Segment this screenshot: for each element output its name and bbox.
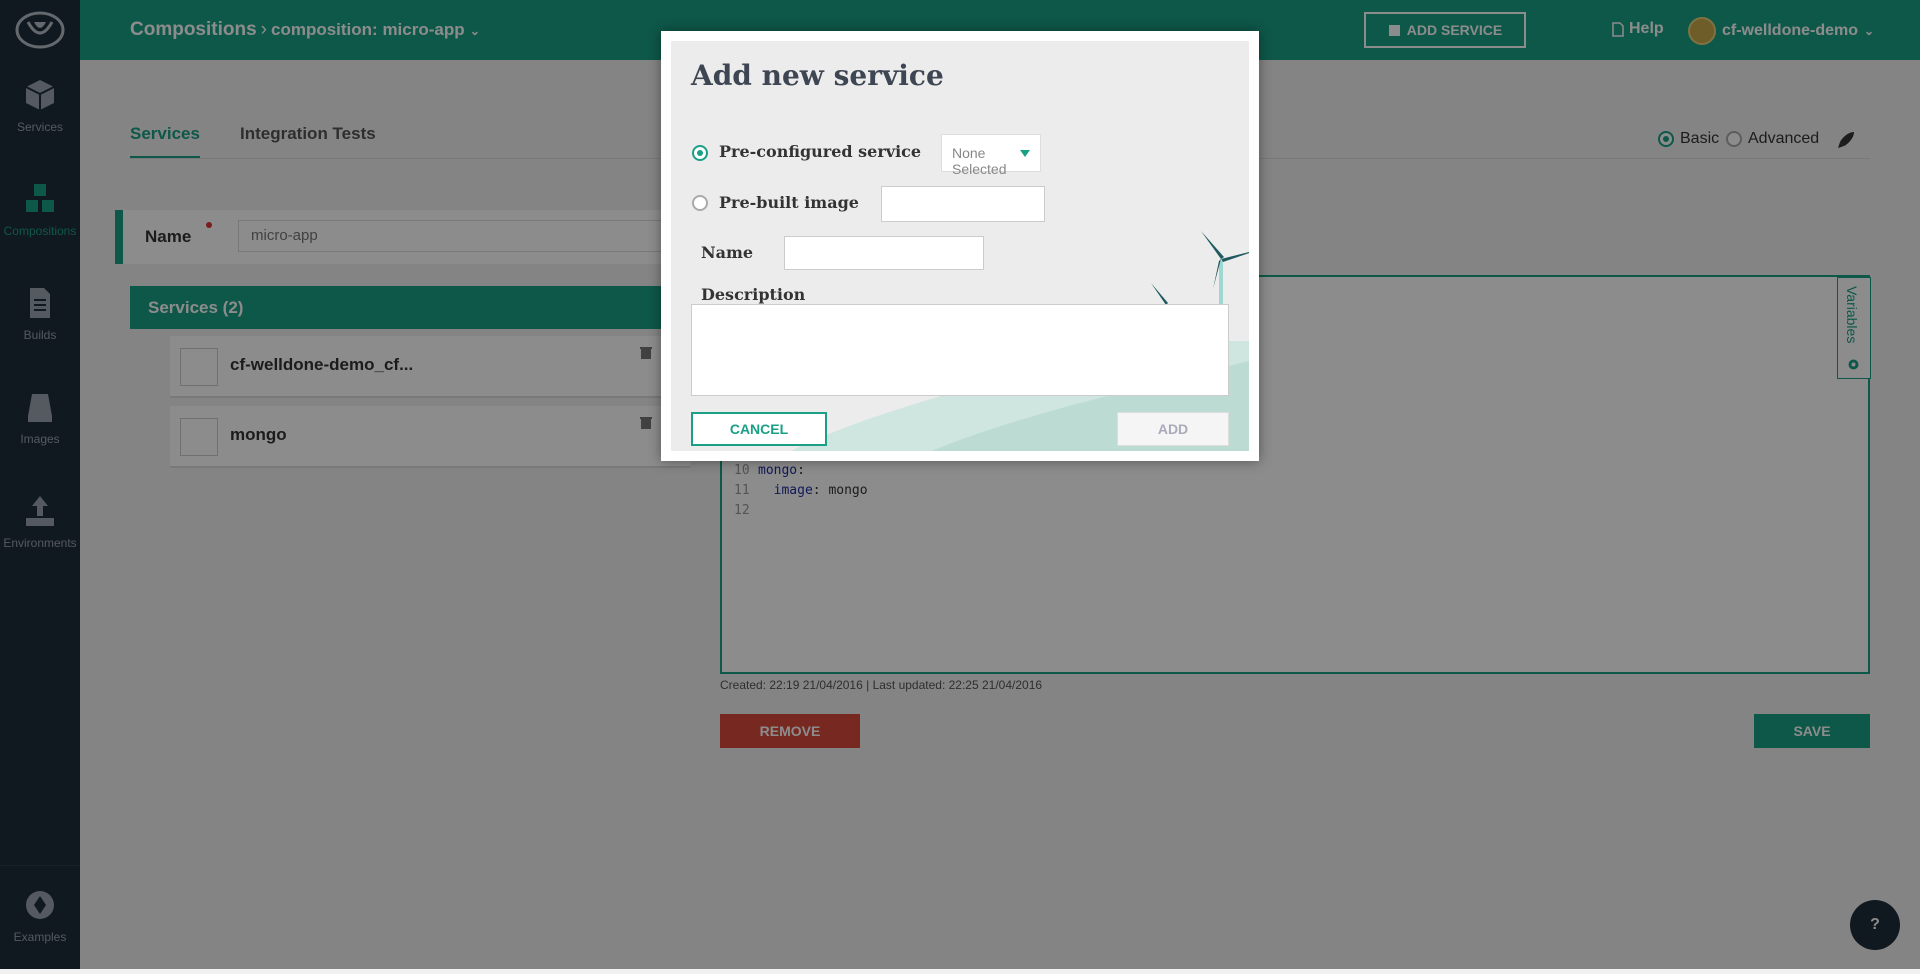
description-textarea[interactable] bbox=[691, 304, 1229, 396]
add-service-modal: Add new service Pre-configured service N… bbox=[661, 31, 1259, 461]
service-name-label: Name bbox=[701, 243, 754, 262]
description-label: Description bbox=[701, 285, 806, 304]
prebuilt-radio[interactable] bbox=[692, 195, 708, 211]
preconfigured-select[interactable]: None Selected bbox=[941, 134, 1041, 177]
prebuilt-image-input[interactable] bbox=[881, 186, 1045, 222]
preconfigured-label: Pre-configured service bbox=[719, 142, 922, 161]
service-name-input[interactable] bbox=[784, 236, 984, 270]
preconfigured-select-value: None Selected bbox=[952, 145, 1007, 177]
chevron-down-icon bbox=[1020, 150, 1030, 157]
cancel-button[interactable]: CANCEL bbox=[691, 412, 827, 446]
add-button[interactable]: ADD bbox=[1117, 412, 1229, 446]
modal-title: Add new service bbox=[691, 59, 944, 92]
modal-body: Add new service Pre-configured service N… bbox=[671, 41, 1249, 451]
preconfigured-radio[interactable] bbox=[692, 145, 708, 161]
prebuilt-label: Pre-built image bbox=[719, 193, 859, 212]
